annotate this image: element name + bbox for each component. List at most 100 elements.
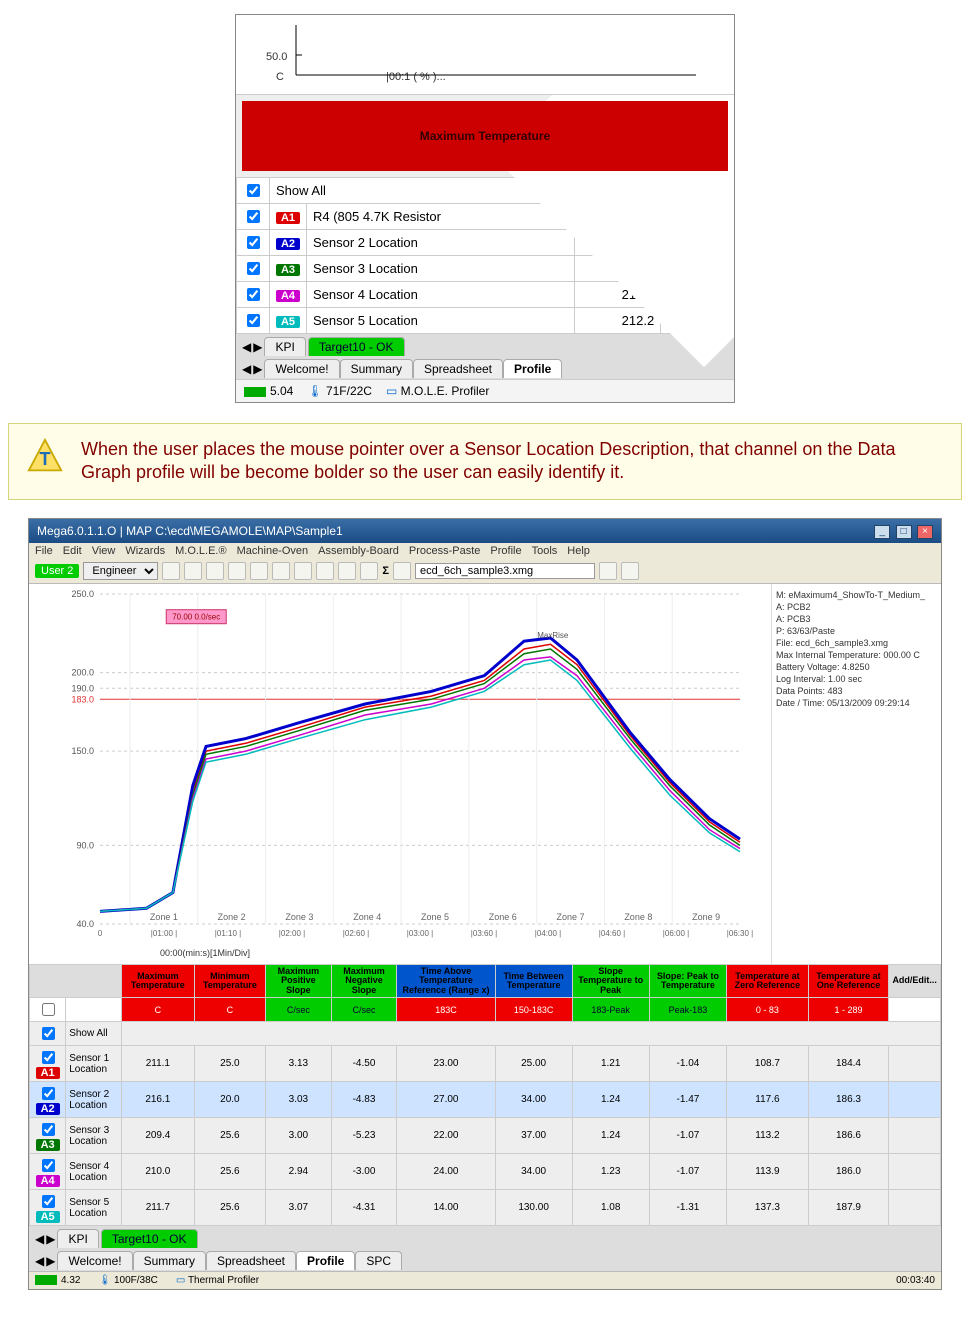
tab-kpi[interactable]: KPI xyxy=(264,337,305,356)
menu-item[interactable]: Profile xyxy=(490,545,521,557)
tool-btn-6[interactable] xyxy=(272,562,290,580)
sensor-checkbox[interactable] xyxy=(247,288,260,301)
sensor-desc[interactable]: Sensor 3 Location xyxy=(307,256,575,282)
sensor-desc[interactable]: Sensor 2 Location xyxy=(307,230,575,256)
menu-item[interactable]: File xyxy=(35,545,53,557)
row-checkbox[interactable] xyxy=(42,1159,55,1172)
data-cell: 130.00 xyxy=(495,1190,572,1226)
menu-item[interactable]: Edit xyxy=(63,545,82,557)
scroll-left-icon[interactable]: ◀ xyxy=(242,340,251,354)
menu-item[interactable]: View xyxy=(92,545,116,557)
sensor-row[interactable]: A2 Sensor 2 Location 210.1 25.0 xyxy=(237,230,734,256)
tab-target-ok[interactable]: Target10 - OK xyxy=(308,337,405,356)
tab-kpi-2[interactable]: KPI xyxy=(57,1229,98,1248)
toolbar: User 2 Engineer Σ xyxy=(29,559,941,584)
show-all-label[interactable]: Show All xyxy=(270,178,575,204)
tool-btn-1[interactable] xyxy=(162,562,180,580)
scroll-right-icon[interactable]: ▶ xyxy=(253,362,262,376)
tool-btn-sigma[interactable] xyxy=(393,562,411,580)
scroll-right-icon[interactable]: ▶ xyxy=(46,1232,55,1246)
data-cell: 34.00 xyxy=(495,1154,572,1190)
tool-btn-8[interactable] xyxy=(316,562,334,580)
data-row[interactable]: A2 Sensor 2 Location216.120.03.03-4.8327… xyxy=(30,1082,941,1118)
row-checkbox[interactable] xyxy=(42,1123,55,1136)
show-all-label-2[interactable]: Show All xyxy=(66,1022,122,1046)
data-row[interactable]: A4 Sensor 4 Location210.025.62.94-3.0024… xyxy=(30,1154,941,1190)
data-cell: 113.9 xyxy=(727,1154,808,1190)
row-checkbox[interactable] xyxy=(42,1051,55,1064)
row-name[interactable]: Sensor 4 Location xyxy=(66,1154,122,1190)
scroll-left-icon[interactable]: ◀ xyxy=(242,362,251,376)
menu-item[interactable]: Help xyxy=(567,545,590,557)
row-name[interactable]: Sensor 1 Location xyxy=(66,1046,122,1082)
row-name[interactable]: Sensor 3 Location xyxy=(66,1118,122,1154)
spec-checkbox[interactable] xyxy=(42,1003,55,1016)
menu-item[interactable]: Assembly-Board xyxy=(318,545,399,557)
data-cell: 27.00 xyxy=(397,1082,495,1118)
sensor-desc[interactable]: R4 (805 4.7K Resistor xyxy=(307,204,575,230)
data-row[interactable]: A3 Sensor 3 Location209.425.63.00-5.2322… xyxy=(30,1118,941,1154)
data-cell: 210.0 xyxy=(122,1154,194,1190)
page-tab[interactable]: Summary xyxy=(133,1251,206,1270)
show-all-checkbox[interactable] xyxy=(247,184,260,197)
tool-btn-2[interactable] xyxy=(184,562,202,580)
page-tab[interactable]: Welcome! xyxy=(264,359,339,378)
maximize-button[interactable]: □ xyxy=(896,525,912,539)
scroll-right-icon[interactable]: ▶ xyxy=(46,1254,55,1268)
tool-btn-5[interactable] xyxy=(250,562,268,580)
sensor-row[interactable]: A4 Sensor 4 Location 210.0 25.6 xyxy=(237,282,734,308)
page-tabstrip: ◀ ▶ Welcome!SummarySpreadsheetProfile xyxy=(236,359,734,379)
tool-btn-9[interactable] xyxy=(338,562,356,580)
row-name[interactable]: Sensor 5 Location xyxy=(66,1190,122,1226)
sensor-desc[interactable]: Sensor 4 Location xyxy=(307,282,575,308)
menu-item[interactable]: Tools xyxy=(532,545,558,557)
sensor-checkbox[interactable] xyxy=(247,314,260,327)
minimize-button[interactable]: _ xyxy=(874,525,890,539)
menu-item[interactable]: Machine-Oven xyxy=(237,545,309,557)
page-tab[interactable]: Profile xyxy=(296,1251,355,1270)
file-up-button[interactable] xyxy=(599,562,617,580)
file-select[interactable] xyxy=(415,563,595,579)
sensor-checkbox[interactable] xyxy=(247,210,260,223)
tool-btn-4[interactable] xyxy=(228,562,246,580)
row-name[interactable]: Sensor 2 Location xyxy=(66,1082,122,1118)
page-tab[interactable]: Profile xyxy=(503,359,562,378)
scroll-left-icon[interactable]: ◀ xyxy=(35,1254,44,1268)
page-tab[interactable]: Summary xyxy=(340,359,413,378)
data-row[interactable]: A1 Sensor 1 Location211.125.03.13-4.5023… xyxy=(30,1046,941,1082)
row-checkbox[interactable] xyxy=(42,1087,55,1100)
page-tab[interactable]: Spreadsheet xyxy=(413,359,503,378)
sensor-checkbox[interactable] xyxy=(247,262,260,275)
sensor-checkbox[interactable] xyxy=(247,236,260,249)
close-button[interactable]: × xyxy=(917,525,933,539)
menu-item[interactable]: M.O.L.E.® xyxy=(175,545,227,557)
file-down-button[interactable] xyxy=(621,562,639,580)
page-tab[interactable]: SPC xyxy=(355,1251,402,1270)
tab-target-ok-2[interactable]: Target10 - OK xyxy=(101,1229,198,1248)
scroll-left-icon[interactable]: ◀ xyxy=(35,1232,44,1246)
data-row[interactable]: A5 Sensor 5 Location211.725.63.07-4.3114… xyxy=(30,1190,941,1226)
tool-btn-3[interactable] xyxy=(206,562,224,580)
tool-btn-7[interactable] xyxy=(294,562,312,580)
spec-cell: C/sec xyxy=(331,998,397,1022)
app-window: Mega6.0.1.1.O | MAP C:\ecd\MEGAMOLE\MAP\… xyxy=(28,518,942,1290)
sensor-row[interactable]: A3 Sensor 3 Location 209.4 25.6 xyxy=(237,256,734,282)
param-header[interactable]: Add/Edit... xyxy=(889,964,941,997)
row-checkbox[interactable] xyxy=(42,1195,55,1208)
sensor-row[interactable]: A5 Sensor 5 Location 212.2 24.4 xyxy=(237,308,734,334)
profile-chart[interactable]: 40.090.0150.0183.0190.0200.0250.0Zone 1Z… xyxy=(29,584,771,964)
sensor-row[interactable]: A1 R4 (805 4.7K Resistor 210.0 2 xyxy=(237,204,734,230)
scroll-right-icon[interactable]: ▶ xyxy=(253,340,262,354)
tip-text: When the user places the mouse pointer o… xyxy=(81,438,943,485)
page-tab[interactable]: Welcome! xyxy=(57,1251,132,1270)
role-select[interactable]: Engineer xyxy=(83,562,158,580)
sensor-desc[interactable]: Sensor 5 Location xyxy=(307,308,575,334)
menu-item[interactable]: Process-Paste xyxy=(409,545,481,557)
tool-btn-10[interactable] xyxy=(360,562,378,580)
sensor-v1: 210.0 xyxy=(574,282,661,308)
user-badge[interactable]: User 2 xyxy=(35,564,79,578)
spec-cell: C xyxy=(194,998,266,1022)
menu-item[interactable]: Wizards xyxy=(125,545,165,557)
page-tab[interactable]: Spreadsheet xyxy=(206,1251,296,1270)
show-all-checkbox-2[interactable] xyxy=(42,1027,55,1040)
